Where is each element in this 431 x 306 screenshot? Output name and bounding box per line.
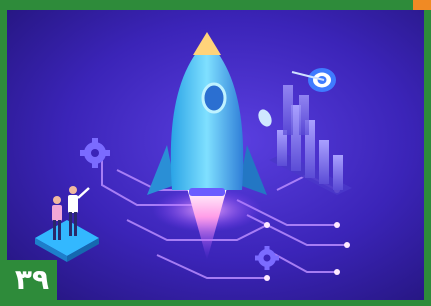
corner-accent	[413, 0, 431, 10]
startup-illustration	[7, 10, 424, 300]
number-badge: ۳۹	[7, 260, 57, 300]
illustration-canvas: ۳۹	[7, 10, 424, 300]
image-frame: ۳۹	[0, 0, 431, 306]
